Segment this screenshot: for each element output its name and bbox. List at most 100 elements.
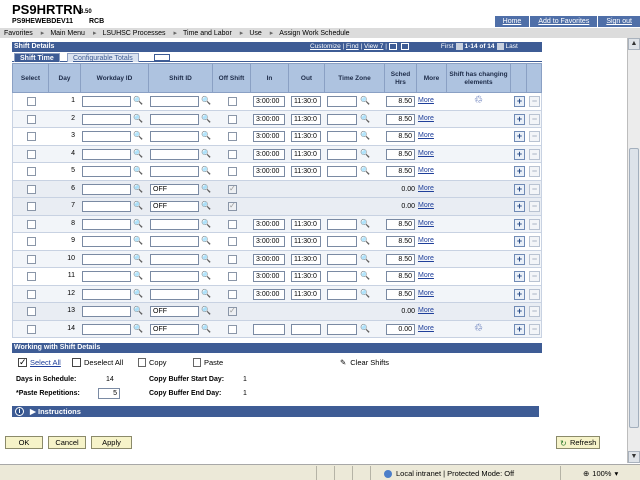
scroll-down-arrow-icon[interactable]: ▼ [628, 451, 640, 463]
select-checkbox[interactable] [27, 289, 36, 299]
sched-hrs-input[interactable]: 8.50 [386, 288, 415, 300]
workday-id-input[interactable] [82, 306, 131, 317]
workday-id-input[interactable] [82, 236, 131, 247]
sched-hrs-input[interactable]: 8.50 [386, 131, 415, 142]
show-all-columns-icon[interactable] [154, 54, 170, 61]
shift-id-input[interactable]: OFF [150, 306, 199, 317]
more-link[interactable]: More [418, 307, 434, 314]
lookup-icon[interactable]: 🔍 [133, 324, 143, 334]
more-link[interactable]: More [418, 150, 434, 157]
more-link[interactable]: More [418, 132, 434, 139]
lookup-icon[interactable]: 🔍 [201, 184, 211, 194]
lookup-icon[interactable]: 🔍 [201, 254, 211, 264]
off-shift-checkbox[interactable] [228, 306, 237, 316]
lookup-icon[interactable]: 🔍 [201, 149, 211, 159]
off-shift-checkbox[interactable] [228, 201, 237, 211]
off-shift-checkbox[interactable] [228, 114, 237, 124]
shift-id-input[interactable] [150, 96, 199, 107]
delete-row-icon[interactable]: − [529, 96, 540, 107]
out-time-input[interactable]: 11:30:0 [291, 166, 321, 177]
lookup-icon[interactable]: 🔍 [133, 219, 143, 229]
workday-id-input[interactable] [82, 131, 131, 142]
select-checkbox[interactable] [27, 114, 36, 124]
scroll-up-arrow-icon[interactable]: ▲ [628, 38, 640, 50]
select-checkbox[interactable] [27, 324, 36, 334]
off-shift-checkbox[interactable] [228, 184, 237, 194]
workday-id-input[interactable] [82, 96, 131, 107]
off-shift-checkbox[interactable] [228, 272, 237, 281]
lookup-icon[interactable]: 🔍 [133, 131, 143, 141]
lookup-icon[interactable]: 🔍 [201, 114, 211, 124]
tab-shift-time[interactable]: Shift Time [14, 53, 60, 62]
off-shift-checkbox[interactable] [228, 254, 237, 264]
lookup-icon[interactable]: 🔍 [360, 114, 370, 124]
nav-time-and-labor[interactable]: Time and Labor [179, 30, 238, 37]
security-zone[interactable]: Local intranet | Protected Mode: Off [384, 469, 514, 478]
last-link[interactable]: Last [506, 43, 518, 50]
out-time-input[interactable]: 11:30:0 [291, 218, 321, 230]
workday-id-input[interactable] [82, 323, 131, 335]
in-time-input[interactable]: 3:00:00 [253, 148, 285, 160]
in-time-input[interactable]: 3:00:00 [253, 113, 285, 125]
shift-id-input[interactable] [150, 148, 199, 160]
ok-button[interactable]: OK [5, 436, 43, 449]
time-zone-input[interactable] [327, 131, 357, 142]
scroll-thumb[interactable] [629, 148, 639, 428]
apply-button[interactable]: Apply [91, 436, 132, 449]
time-zone-input[interactable] [327, 113, 357, 125]
workday-id-input[interactable] [82, 288, 131, 300]
sched-hrs-input[interactable]: 0.00 [386, 323, 415, 335]
lookup-icon[interactable]: 🔍 [133, 149, 143, 159]
in-time-input[interactable]: 3:00:00 [253, 166, 285, 177]
select-checkbox[interactable] [27, 97, 36, 106]
select-checkbox[interactable] [27, 184, 36, 194]
more-link[interactable]: More [418, 185, 434, 192]
shift-id-input[interactable]: OFF [150, 201, 199, 212]
add-row-icon[interactable]: + [514, 183, 525, 195]
out-time-input[interactable]: 11:30:0 [291, 96, 321, 107]
lookup-icon[interactable]: 🔍 [360, 166, 370, 176]
lookup-icon[interactable]: 🔍 [201, 289, 211, 299]
out-time-input[interactable]: 11:30:0 [291, 148, 321, 160]
lookup-icon[interactable]: 🔍 [133, 236, 143, 246]
delete-row-icon[interactable]: − [529, 236, 540, 247]
delete-row-icon[interactable]: − [529, 131, 540, 142]
off-shift-checkbox[interactable] [228, 324, 237, 334]
sign-out-link[interactable]: Sign out [598, 16, 640, 27]
nav-assign-work-schedule[interactable]: Assign Work Schedule [275, 30, 355, 37]
shift-id-input[interactable] [150, 271, 199, 282]
lookup-icon[interactable]: 🔍 [201, 219, 211, 229]
lookup-icon[interactable]: 🔍 [201, 201, 211, 211]
more-link[interactable]: More [418, 237, 434, 244]
download-icon[interactable] [388, 43, 397, 50]
more-link[interactable]: More [418, 202, 434, 209]
lookup-icon[interactable]: 🔍 [360, 131, 370, 141]
delete-row-icon[interactable]: − [529, 113, 540, 125]
time-zone-input[interactable] [327, 148, 357, 160]
workday-id-input[interactable] [82, 166, 131, 177]
out-time-input[interactable]: 11:30:0 [291, 236, 321, 247]
shift-id-input[interactable] [150, 166, 199, 177]
shift-id-input[interactable]: OFF [150, 323, 199, 335]
lookup-icon[interactable]: 🔍 [133, 96, 143, 106]
select-checkbox[interactable] [27, 307, 36, 316]
off-shift-checkbox[interactable] [228, 132, 237, 141]
more-link[interactable]: More [418, 325, 434, 332]
in-time-input[interactable]: 3:00:00 [253, 271, 285, 282]
time-zone-input[interactable] [327, 253, 357, 265]
out-time-input[interactable]: 11:30:0 [291, 253, 321, 265]
shift-id-input[interactable]: OFF [150, 183, 199, 195]
next-arrow-icon[interactable] [496, 43, 504, 50]
lookup-icon[interactable]: 🔍 [360, 254, 370, 264]
out-time-input[interactable]: 11:30:0 [291, 288, 321, 300]
lookup-icon[interactable]: 🔍 [133, 201, 143, 211]
copy-button[interactable]: Copy [149, 358, 167, 367]
select-checkbox[interactable] [27, 149, 36, 159]
in-time-input[interactable]: 3:00:00 [253, 131, 285, 142]
in-time-input[interactable]: 3:00:00 [253, 288, 285, 300]
select-checkbox[interactable] [27, 132, 36, 141]
add-row-icon[interactable]: + [514, 201, 525, 212]
select-checkbox[interactable] [27, 202, 36, 211]
lookup-icon[interactable]: 🔍 [360, 289, 370, 299]
shift-id-input[interactable] [150, 253, 199, 265]
